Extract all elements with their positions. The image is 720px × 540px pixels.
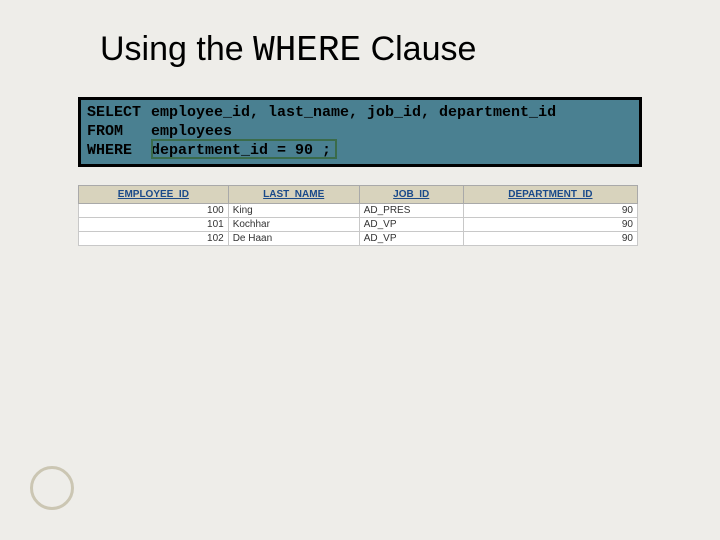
col-employee-id: EMPLOYEE_ID (79, 186, 229, 204)
col-department-id: DEPARTMENT_ID (463, 186, 637, 204)
cell-job-id: AD_VP (359, 218, 463, 232)
kw-where: WHERE (87, 142, 151, 161)
cell-employee-id: 102 (79, 232, 229, 246)
title-pre: Using the (100, 30, 253, 68)
table-row: 102 De Haan AD_VP 90 (79, 232, 638, 246)
table-header-row: EMPLOYEE_ID LAST_NAME JOB_ID DEPARTMENT_… (79, 186, 638, 204)
cell-job-id: AD_VP (359, 232, 463, 246)
code-line-2: FROMemployees (87, 123, 633, 142)
page-title: Using the WHERE Clause (100, 30, 670, 71)
code-line-3: WHEREdepartment_id = 90 ; (87, 142, 633, 161)
col-last-name: LAST_NAME (228, 186, 359, 204)
result-table: EMPLOYEE_ID LAST_NAME JOB_ID DEPARTMENT_… (78, 185, 638, 246)
code-line-3-rest: department_id = 90 ; (151, 142, 331, 159)
kw-select: SELECT (87, 104, 151, 123)
col-job-id: JOB_ID (359, 186, 463, 204)
slide: Using the WHERE Clause SELECTemployee_id… (0, 0, 720, 540)
cell-department-id: 90 (463, 204, 637, 218)
kw-from: FROM (87, 123, 151, 142)
decorative-circle-icon (30, 466, 74, 510)
code-line-1: SELECTemployee_id, last_name, job_id, de… (87, 104, 633, 123)
result-table-wrap: EMPLOYEE_ID LAST_NAME JOB_ID DEPARTMENT_… (78, 185, 642, 246)
title-post: Clause (361, 30, 476, 68)
title-mono: WHERE (253, 30, 361, 71)
code-line-1-rest: employee_id, last_name, job_id, departme… (151, 104, 556, 121)
cell-department-id: 90 (463, 218, 637, 232)
cell-last-name: King (228, 204, 359, 218)
cell-department-id: 90 (463, 232, 637, 246)
table-row: 100 King AD_PRES 90 (79, 204, 638, 218)
cell-job-id: AD_PRES (359, 204, 463, 218)
cell-employee-id: 100 (79, 204, 229, 218)
table-row: 101 Kochhar AD_VP 90 (79, 218, 638, 232)
cell-last-name: De Haan (228, 232, 359, 246)
cell-employee-id: 101 (79, 218, 229, 232)
sql-code-block: SELECTemployee_id, last_name, job_id, de… (78, 97, 642, 167)
cell-last-name: Kochhar (228, 218, 359, 232)
code-line-2-rest: employees (151, 123, 232, 140)
